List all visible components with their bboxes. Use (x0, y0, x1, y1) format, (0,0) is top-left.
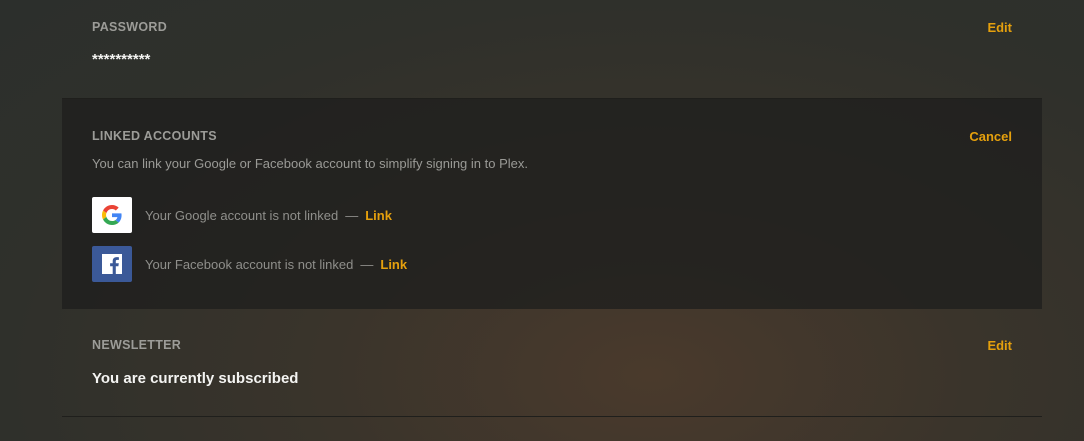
google-icon (92, 197, 132, 233)
facebook-account-status: Your Facebook account is not linked (145, 256, 354, 272)
google-account-row: Your Google account is not linked — Link (92, 197, 392, 233)
newsletter-section: NEWSLETTER Edit You are currently subscr… (62, 309, 1042, 417)
linked-accounts-cancel-button[interactable]: Cancel (969, 129, 1012, 144)
newsletter-label: NEWSLETTER (92, 338, 182, 352)
password-edit-button[interactable]: Edit (987, 20, 1012, 35)
password-value: ********** (92, 51, 151, 68)
facebook-icon (92, 246, 132, 282)
newsletter-edit-button[interactable]: Edit (987, 338, 1012, 353)
facebook-account-row: Your Facebook account is not linked — Li… (92, 246, 407, 282)
linked-accounts-section: LINKED ACCOUNTS Cancel You can link your… (62, 99, 1042, 309)
separator-dash: — (360, 256, 374, 272)
linked-accounts-label: LINKED ACCOUNTS (92, 129, 217, 143)
newsletter-status: You are currently subscribed (92, 370, 299, 387)
password-label: PASSWORD (92, 20, 168, 34)
linked-accounts-description: You can link your Google or Facebook acc… (92, 156, 528, 171)
facebook-link-button[interactable]: Link (380, 257, 407, 272)
google-link-button[interactable]: Link (365, 208, 392, 223)
password-section: PASSWORD Edit ********** (62, 0, 1042, 99)
separator-dash: — (345, 207, 359, 223)
google-account-status: Your Google account is not linked (145, 207, 339, 223)
